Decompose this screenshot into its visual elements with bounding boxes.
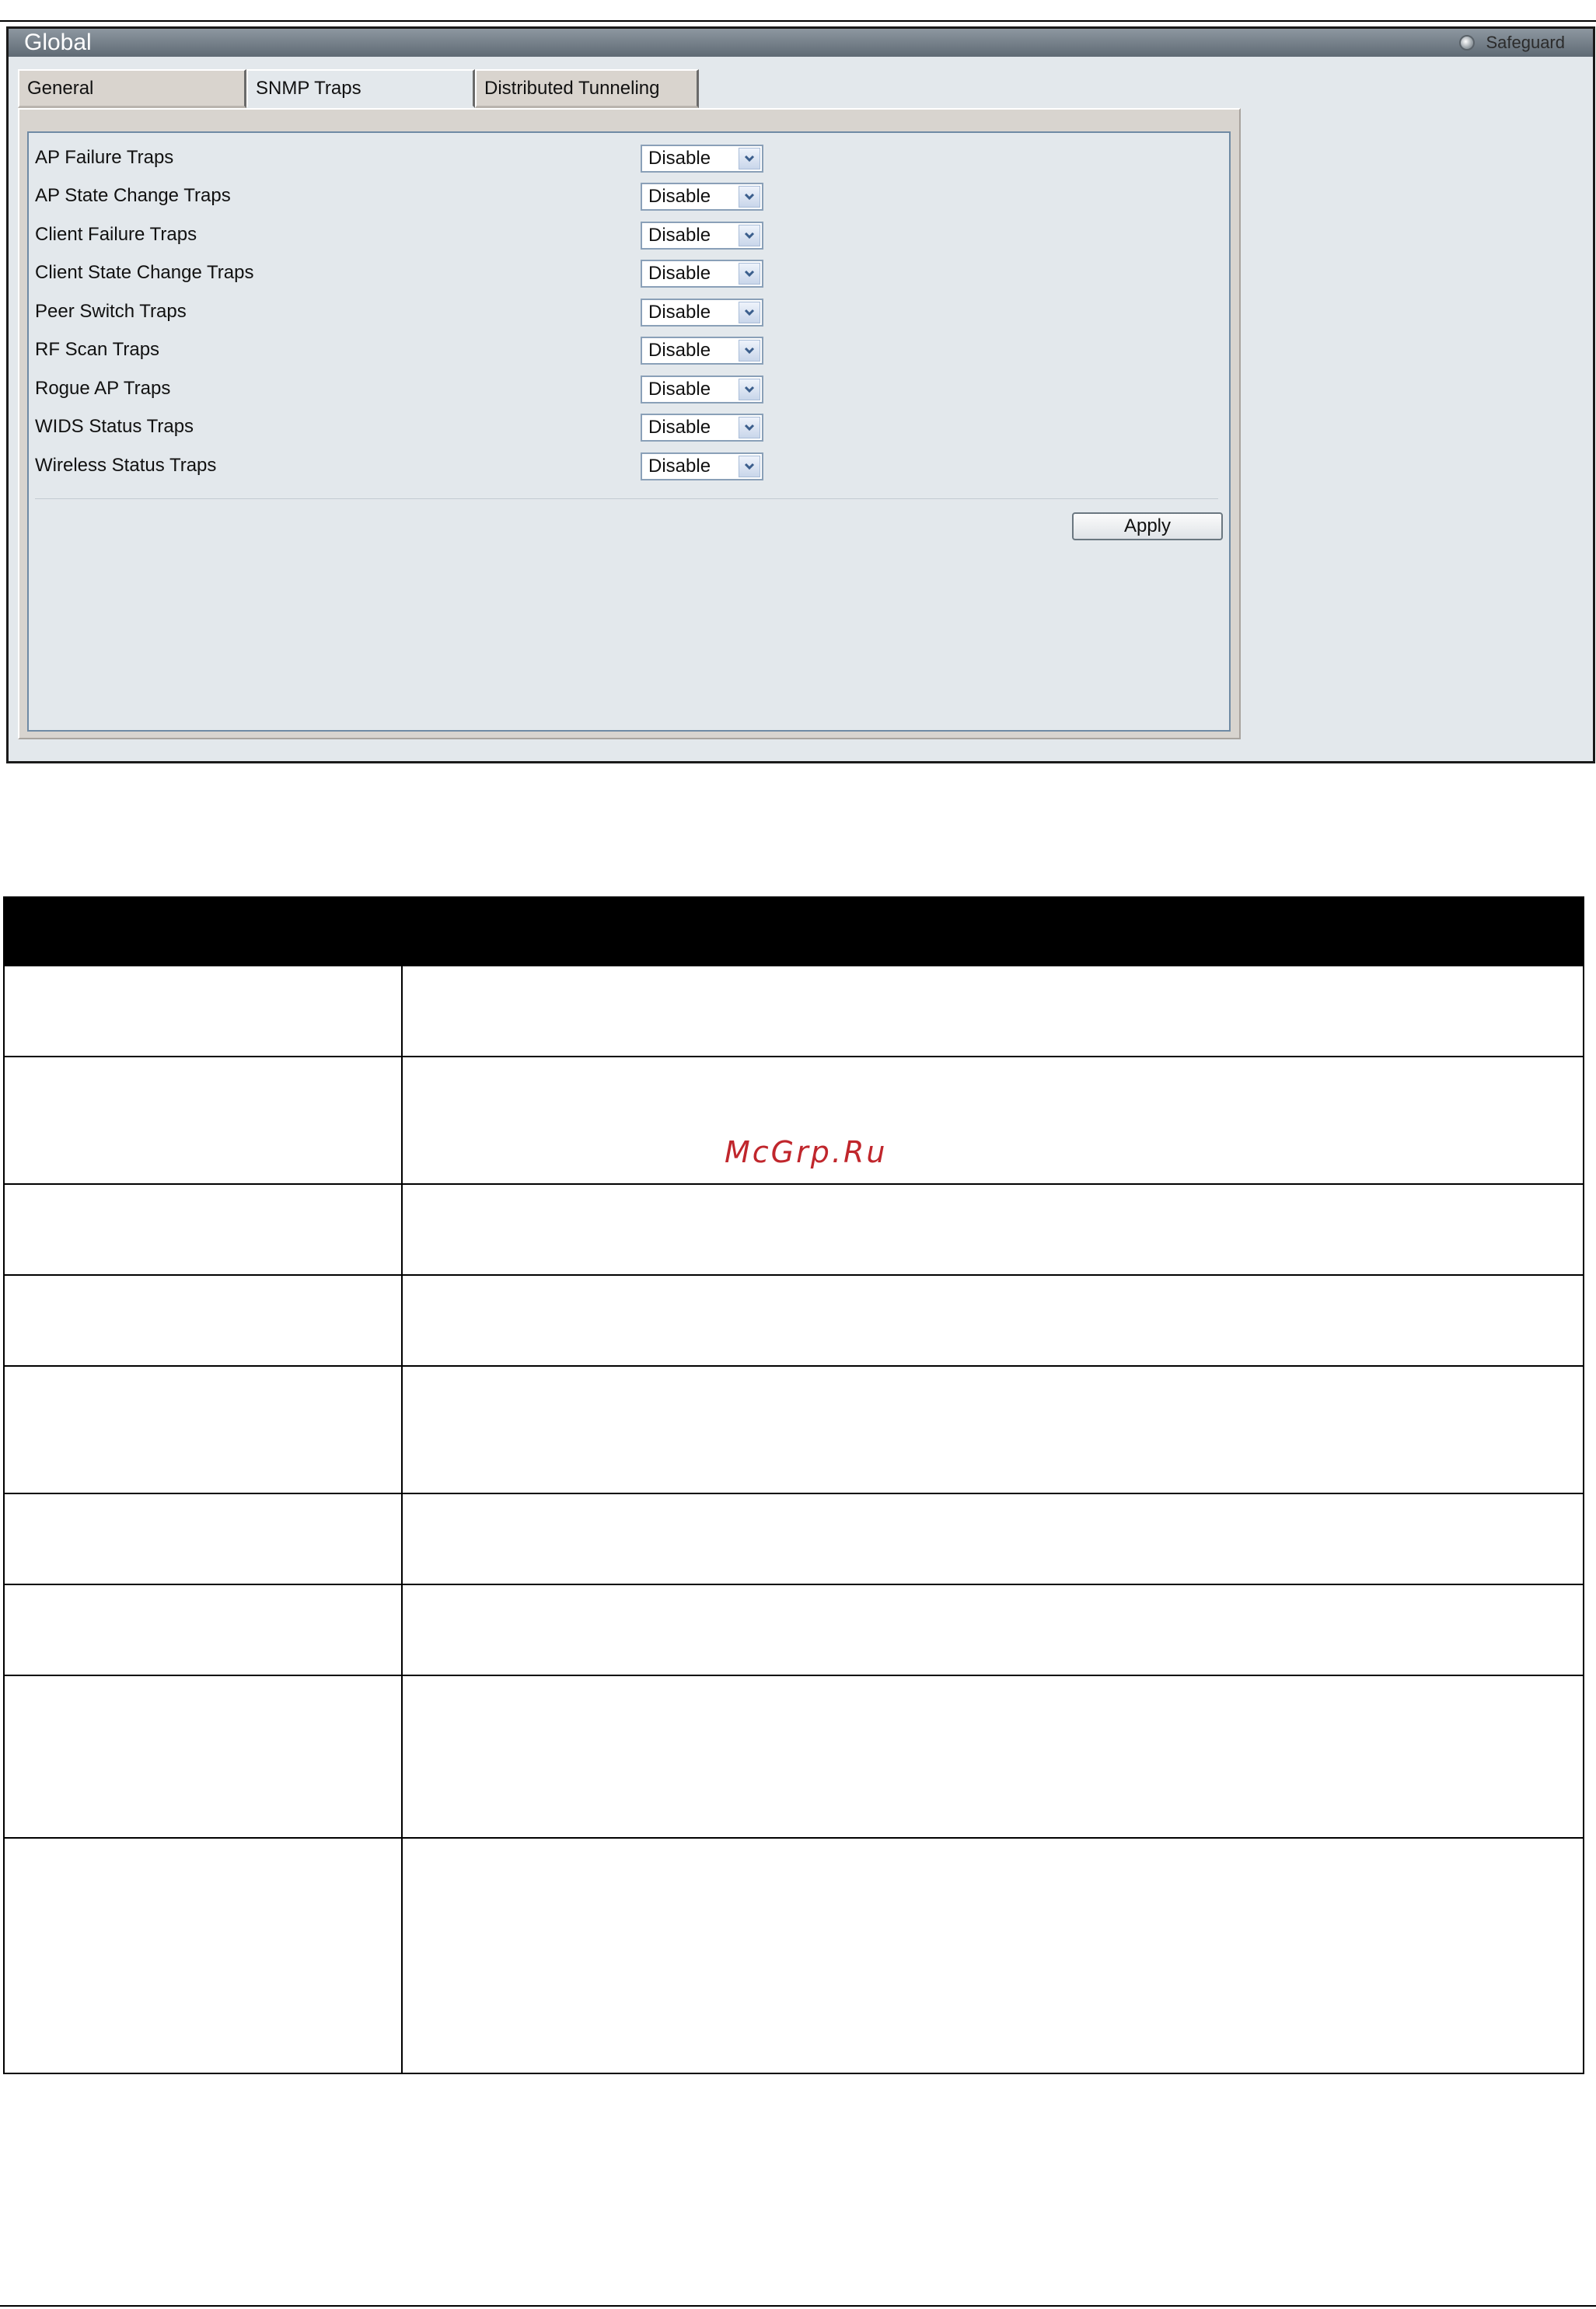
table-cell [401, 965, 1584, 1057]
tab-general[interactable]: General [18, 69, 246, 108]
trap-label: Rogue AP Traps [35, 378, 171, 399]
form-divider [35, 498, 1218, 499]
table-row [3, 1493, 1584, 1585]
global-window: Global Safeguard General SNMP Traps Dist… [6, 26, 1595, 763]
tab-bar: General SNMP Traps Distributed Tunneling [18, 69, 699, 108]
table-cell [3, 1274, 403, 1367]
table-cell [3, 1837, 403, 2074]
wireless-status-traps-select[interactable]: Disable [641, 452, 763, 480]
table-cell [3, 1365, 403, 1494]
table-cell [3, 1056, 403, 1185]
table-header-cell [401, 896, 1584, 966]
rogue-ap-traps-select[interactable]: Disable [641, 376, 763, 403]
table-cell [401, 1183, 1584, 1276]
table-cell [3, 1584, 403, 1676]
wids-status-traps-select[interactable]: Disable [641, 414, 763, 442]
table-row [3, 965, 1584, 1057]
safeguard-label: Safeguard [1486, 33, 1565, 52]
safeguard-indicator: Safeguard [1459, 29, 1565, 57]
snmp-traps-form: AP Failure Traps Disable AP State Change… [27, 131, 1231, 732]
table-cell [401, 1584, 1584, 1676]
chevron-down-icon[interactable] [739, 302, 760, 323]
select-value: Disable [648, 148, 711, 169]
table-cell [3, 965, 403, 1057]
trap-row: Peer Switch Traps Disable [29, 296, 1229, 327]
trap-row: Wireless Status Traps Disable [29, 450, 1229, 481]
trap-row: Rogue AP Traps Disable [29, 373, 1229, 404]
table-row [3, 1837, 1584, 2074]
trap-row: Client Failure Traps Disable [29, 219, 1229, 250]
trap-row: WIDS Status Traps Disable [29, 411, 1229, 442]
peer-switch-traps-select[interactable]: Disable [641, 299, 763, 327]
ap-failure-traps-select[interactable]: Disable [641, 145, 763, 173]
table-cell [3, 1183, 403, 1276]
chevron-down-icon[interactable] [739, 379, 760, 400]
select-value: Disable [648, 379, 711, 400]
chevron-down-icon[interactable] [739, 225, 760, 246]
trap-row: AP Failure Traps Disable [29, 142, 1229, 173]
trap-label: Wireless Status Traps [35, 455, 217, 476]
table-cell [401, 1274, 1584, 1367]
table-header-cell [3, 896, 403, 966]
select-value: Disable [648, 263, 711, 284]
select-value: Disable [648, 302, 711, 323]
chevron-down-icon[interactable] [739, 417, 760, 438]
safeguard-icon [1459, 35, 1476, 51]
tab-snmp-traps[interactable]: SNMP Traps [246, 69, 475, 108]
table-row [3, 1274, 1584, 1367]
table-cell [3, 1493, 403, 1585]
client-failure-traps-select[interactable]: Disable [641, 222, 763, 250]
table-header-row [3, 896, 1584, 966]
table-row [3, 1675, 1584, 1839]
chevron-down-icon[interactable] [739, 186, 760, 208]
trap-label: Client Failure Traps [35, 224, 197, 245]
trap-row: AP State Change Traps Disable [29, 180, 1229, 211]
trap-label: Peer Switch Traps [35, 301, 187, 322]
tab-distributed-tunneling[interactable]: Distributed Tunneling [475, 69, 699, 108]
table-cell [401, 1837, 1584, 2074]
chevron-down-icon[interactable] [739, 148, 760, 169]
trap-row: Client State Change Traps Disable [29, 257, 1229, 288]
table-cell [401, 1675, 1584, 1839]
client-state-change-traps-select[interactable]: Disable [641, 260, 763, 288]
select-value: Disable [648, 456, 711, 477]
apply-button[interactable]: Apply [1072, 512, 1223, 540]
table-cell [401, 1365, 1584, 1494]
trap-row: RF Scan Traps Disable [29, 334, 1229, 365]
chevron-down-icon[interactable] [739, 456, 760, 477]
title-bar: Global Safeguard [9, 29, 1593, 57]
chevron-down-icon[interactable] [739, 263, 760, 285]
bottom-rule [0, 2305, 1596, 2307]
table-row [3, 1365, 1584, 1494]
table-cell [3, 1675, 403, 1839]
watermark: McGrp.Ru [725, 1135, 888, 1169]
chevron-down-icon[interactable] [739, 340, 760, 362]
tab-panel: AP Failure Traps Disable AP State Change… [18, 108, 1241, 739]
select-value: Disable [648, 225, 711, 246]
trap-label: Client State Change Traps [35, 262, 254, 283]
table-row [3, 1584, 1584, 1676]
table-cell [401, 1056, 1584, 1185]
table-cell [401, 1493, 1584, 1585]
trap-label: AP Failure Traps [35, 147, 174, 168]
trap-label: WIDS Status Traps [35, 416, 194, 437]
select-value: Disable [648, 186, 711, 207]
trap-label: AP State Change Traps [35, 185, 231, 206]
table-row [3, 1183, 1584, 1276]
window-title: Global [24, 30, 92, 55]
rf-scan-traps-select[interactable]: Disable [641, 337, 763, 365]
ap-state-change-traps-select[interactable]: Disable [641, 183, 763, 211]
trap-label: RF Scan Traps [35, 339, 160, 360]
select-value: Disable [648, 417, 711, 438]
top-rule [0, 20, 1596, 22]
parameter-description-table [3, 896, 1584, 2074]
select-value: Disable [648, 340, 711, 361]
